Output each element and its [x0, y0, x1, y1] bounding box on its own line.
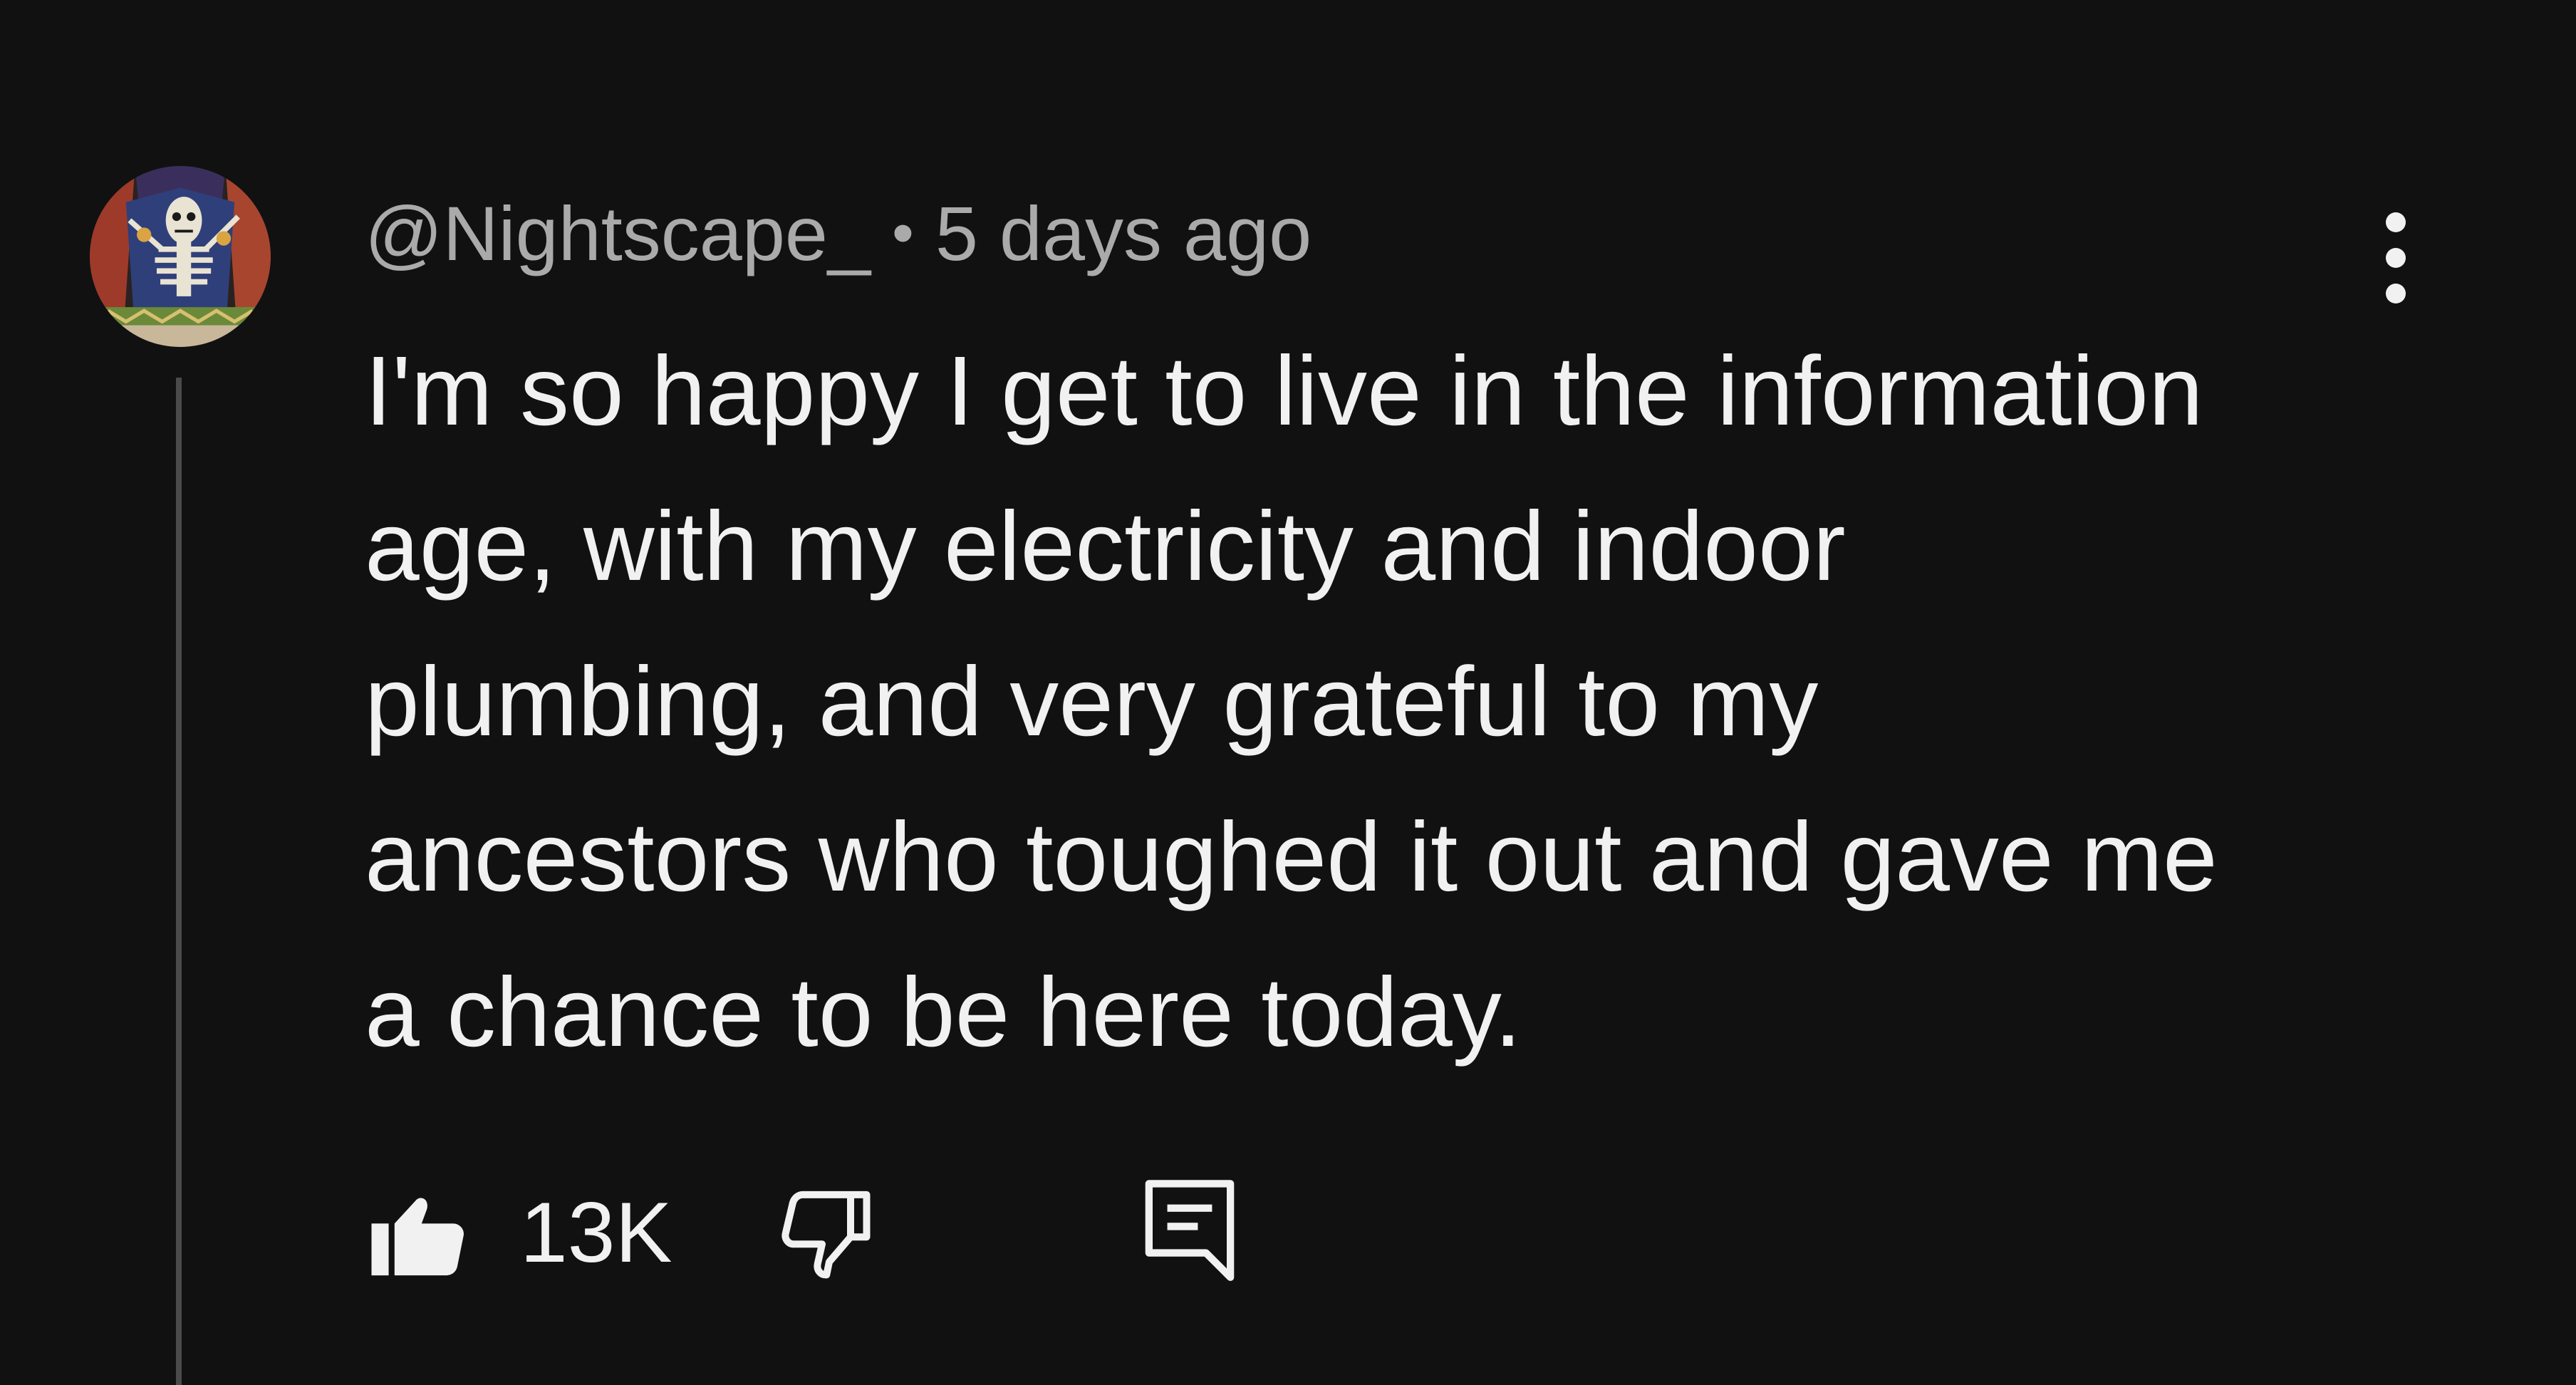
more-vertical-icon [2386, 212, 2406, 304]
comment-text: I'm so happy I get to live in the inform… [365, 313, 2431, 1090]
more-options-button[interactable] [2357, 201, 2435, 315]
comment-reply-icon [1145, 1180, 1234, 1281]
meta-separator: • [892, 197, 914, 268]
comment-line: plumbing, and very grateful to my [365, 647, 1819, 757]
dislike-button[interactable] [772, 1179, 879, 1286]
comment-timestamp[interactable]: 5 days ago [935, 189, 1312, 278]
comment-line: age, with my electricity and indoor [365, 492, 1846, 601]
comment-line: a chance to be here today. [365, 958, 1522, 1067]
author-handle[interactable]: @Nightscape_ [365, 189, 871, 278]
avatar[interactable] [90, 166, 271, 347]
like-button[interactable] [365, 1178, 473, 1287]
comment-header: @Nightscape_ • 5 days ago [365, 187, 1312, 279]
reply-button[interactable] [1140, 1176, 1240, 1290]
comment-actions: 13K [365, 1168, 1240, 1297]
like-count: 13K [520, 1185, 672, 1280]
comment-line: ancestors who toughed it out and gave me [365, 802, 2218, 912]
thumbs-down-icon [781, 1191, 871, 1279]
thumbs-up-icon [371, 1198, 464, 1276]
comment-line: I'm so happy I get to live in the inform… [365, 336, 2203, 446]
comment-card: @Nightscape_ • 5 days ago I'm so happy I… [0, 0, 2576, 1385]
skeleton-avatar-icon [90, 166, 271, 347]
thread-line [176, 378, 182, 1385]
